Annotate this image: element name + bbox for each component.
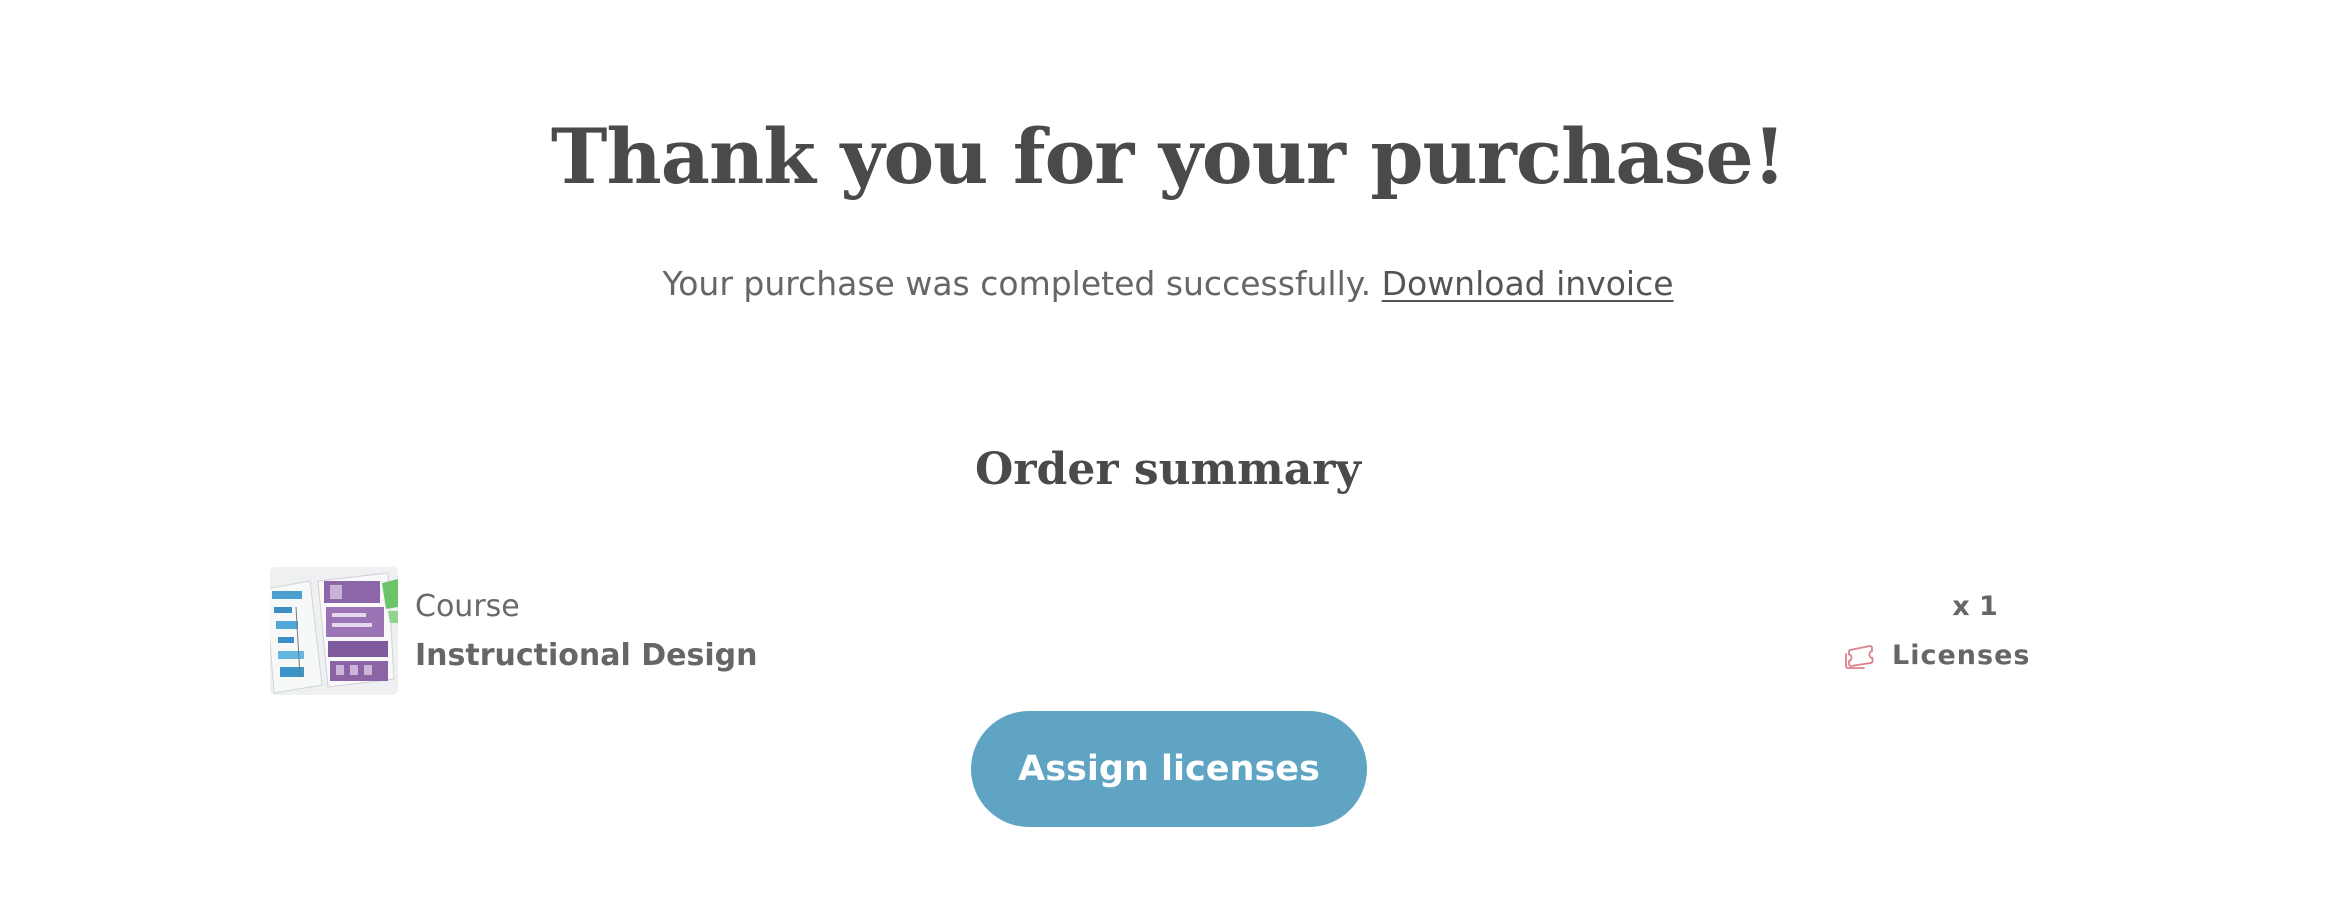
license-label: Licenses xyxy=(1892,640,2031,671)
assign-licenses-button[interactable]: Assign licenses xyxy=(971,711,1367,827)
page-title: Thank you for your purchase! xyxy=(550,112,1786,201)
item-type: Course xyxy=(415,589,520,624)
purchase-confirmation: Your purchase was completed successfully… xyxy=(0,258,2336,310)
item-quantity: x 1 xyxy=(1952,591,1998,622)
order-item: Course Instructional Design x 1 Licenses xyxy=(270,567,2030,695)
order-summary-title: Order summary xyxy=(975,444,1361,495)
course-thumbnail xyxy=(270,567,398,695)
ticket-icon xyxy=(1844,642,1876,670)
item-name: Instructional Design xyxy=(415,638,758,673)
success-message: Your purchase was completed successfully… xyxy=(662,264,1372,303)
license-info: Licenses xyxy=(1844,636,2030,676)
download-invoice-link[interactable]: Download invoice xyxy=(1382,264,1674,303)
